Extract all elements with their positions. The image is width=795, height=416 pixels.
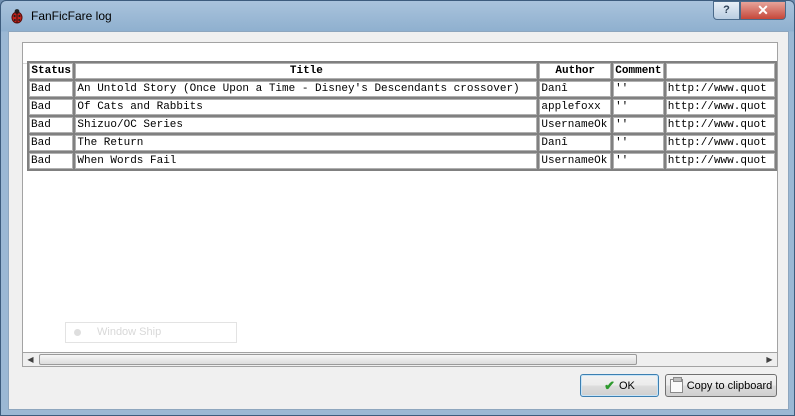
- cell-url[interactable]: http://www.quot: [665, 153, 775, 169]
- log-window: FanFicFare log ? ✕ Status Title Author C…: [0, 0, 795, 416]
- log-table: Status Title Author Comment Bad An Untol…: [27, 61, 777, 171]
- column-header-comment: Comment: [613, 63, 664, 79]
- cell-title: Of Cats and Rabbits: [75, 99, 538, 115]
- cell-comment: '': [613, 135, 664, 151]
- copy-to-clipboard-button[interactable]: Copy to clipboard: [665, 374, 777, 397]
- cell-author: applefoxx: [539, 99, 612, 115]
- table-row: Bad The Return Danî '' http://www.quot: [29, 135, 775, 151]
- cell-title: Shizuo/OC Series: [75, 117, 538, 133]
- cell-title: When Words Fail: [75, 153, 538, 169]
- ladybug-icon: [11, 9, 23, 24]
- checkmark-icon: ✔: [604, 377, 615, 393]
- title-bar[interactable]: FanFicFare log ? ✕: [1, 1, 794, 29]
- cell-status: Bad: [29, 117, 74, 133]
- cell-author: UsernameOk: [539, 117, 612, 133]
- cell-author: Danî: [539, 81, 612, 97]
- cell-title: The Return: [75, 135, 538, 151]
- cell-comment: '': [613, 117, 664, 133]
- cell-author: UsernameOk: [539, 153, 612, 169]
- radio-ghost-icon: [74, 329, 81, 336]
- ok-button-label: OK: [619, 379, 635, 392]
- table-row: Bad Shizuo/OC Series UsernameOk '' http:…: [29, 117, 775, 133]
- column-header-url: [665, 63, 775, 79]
- table-row: Bad An Untold Story (Once Upon a Time - …: [29, 81, 775, 97]
- column-header-author: Author: [539, 63, 612, 79]
- cell-comment: '': [613, 81, 664, 97]
- cell-author: Danî: [539, 135, 612, 151]
- cell-status: Bad: [29, 99, 74, 115]
- scroll-left-icon[interactable]: ◀: [23, 353, 38, 366]
- cell-status: Bad: [29, 81, 74, 97]
- background-ghost-panel: Window Ship: [65, 322, 237, 343]
- help-button[interactable]: ?: [713, 1, 740, 20]
- ok-button[interactable]: ✔ OK: [580, 374, 659, 397]
- cell-comment: '': [613, 153, 664, 169]
- cell-comment: '': [613, 99, 664, 115]
- cell-url[interactable]: http://www.quot: [665, 135, 775, 151]
- background-ghost-label: Window Ship: [97, 326, 162, 338]
- scroll-right-icon[interactable]: ▶: [762, 353, 777, 366]
- cell-url[interactable]: http://www.quot: [665, 99, 775, 115]
- table-row: Bad Of Cats and Rabbits applefoxx '' htt…: [29, 99, 775, 115]
- horizontal-scrollbar[interactable]: ◀ ▶: [22, 352, 778, 367]
- table-header-row: Status Title Author Comment: [29, 63, 775, 79]
- cell-url[interactable]: http://www.quot: [665, 81, 775, 97]
- column-header-title: Title: [75, 63, 538, 79]
- table-row: Bad When Words Fail UsernameOk '' http:/…: [29, 153, 775, 169]
- cell-title: An Untold Story (Once Upon a Time - Disn…: [75, 81, 538, 97]
- cell-status: Bad: [29, 153, 74, 169]
- clipboard-icon: [669, 376, 683, 393]
- scroll-thumb[interactable]: [39, 354, 637, 365]
- log-view[interactable]: Status Title Author Comment Bad An Untol…: [22, 42, 778, 367]
- close-button[interactable]: ✕: [740, 1, 786, 20]
- cell-status: Bad: [29, 135, 74, 151]
- cell-url[interactable]: http://www.quot: [665, 117, 775, 133]
- column-header-status: Status: [29, 63, 74, 79]
- dialog-body: Status Title Author Comment Bad An Untol…: [8, 31, 789, 410]
- window-title: FanFicFare log: [31, 9, 112, 23]
- copy-button-label: Copy to clipboard: [686, 379, 773, 392]
